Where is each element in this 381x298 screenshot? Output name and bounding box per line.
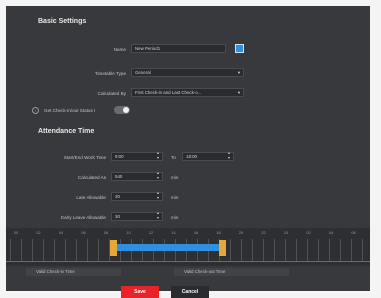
calculated-by-value: First Check-in and Last Check-o... — [135, 90, 202, 95]
valid-checkout-label: Valid Check-out Time — [174, 268, 289, 276]
timeline-tick-label: 02 — [306, 231, 311, 235]
toggle-knob — [123, 107, 129, 113]
stepper-icon[interactable]: ▴ ▾ — [157, 190, 159, 200]
name-label: Name — [113, 47, 126, 52]
timetable-type-label: Timetable Type — [94, 71, 126, 76]
settings-panel: Basic Settings Name New Period1 Timetabl… — [6, 6, 370, 298]
timetable-type-value: General — [135, 70, 151, 75]
stepper-icon[interactable]: ▴ ▾ — [157, 170, 159, 180]
stepper-icon[interactable]: ▴ ▾ — [157, 210, 159, 220]
timeline-tick-label: 22 — [261, 231, 266, 235]
early-leave-input[interactable]: 30 — [111, 212, 163, 221]
info-icon: i — [32, 107, 39, 114]
save-button[interactable]: Save — [121, 286, 159, 298]
checkin-status-label: Get Check-in/out Status I — [44, 108, 96, 113]
timeline-tick-label: 04 — [328, 231, 334, 235]
calculated-as-label: Calculated As — [77, 175, 106, 180]
timeline-tick-label: 12 — [148, 231, 154, 235]
timeline-tick-label: 20 — [238, 231, 244, 235]
stepper-icon[interactable]: ▴ ▾ — [228, 150, 230, 160]
calculated-by-select[interactable]: First Check-in and Last Check-o... — [131, 88, 244, 97]
chevron-down-icon: ▼ — [237, 90, 241, 95]
timeline-tick-label: 10 — [126, 231, 131, 235]
timeline-tick-label: 18 — [216, 231, 221, 235]
start-handle[interactable] — [110, 240, 118, 256]
name-input[interactable]: New Period1 — [131, 44, 226, 53]
early-leave-label: Early Leave Allowable — [61, 215, 106, 220]
basic-settings-title: Basic Settings — [38, 18, 87, 25]
work-time-range[interactable] — [117, 244, 219, 251]
timeline-tick-label: 02 — [36, 231, 41, 235]
minutes-unit: min — [171, 215, 179, 220]
stepper-icon[interactable]: ▴ ▾ — [157, 150, 159, 160]
color-picker-swatch[interactable] — [235, 44, 244, 53]
timeline-axis — [6, 261, 370, 262]
late-allowable-label: Late Allowable — [76, 195, 106, 200]
calculated-as-input[interactable]: 540 — [111, 172, 163, 181]
work-time-label: Start/End Work Time — [63, 155, 106, 160]
end-handle[interactable] — [218, 240, 226, 256]
timeline-tick-label: 04 — [58, 231, 64, 235]
checkin-status-toggle[interactable] — [114, 106, 130, 114]
minutes-unit: min — [171, 195, 179, 200]
timeline-tick-label: 16 — [193, 231, 199, 235]
calculated-by-label: Calculated By — [97, 91, 126, 96]
timeline-tick-label: 06 — [351, 231, 356, 235]
chevron-down-icon: ▼ — [237, 70, 241, 75]
timetable-type-select[interactable]: General — [131, 68, 244, 77]
timeline-ticks: 00 02 04 06 08 10 12 14 16 18 20 22 24 02 04 06 — [6, 231, 370, 237]
timeline[interactable]: 00 02 04 06 08 10 12 14 16 18 20 22 24 02 04 06 — [6, 228, 370, 266]
valid-checkin-label: Valid Check-in Time — [26, 268, 121, 276]
late-allowable-input[interactable]: 30 — [111, 192, 163, 201]
timeline-tick-label: 24 — [283, 231, 289, 235]
minutes-unit: min — [171, 175, 179, 180]
start-time-input[interactable]: 9:00 — [111, 152, 163, 161]
timeline-tick-label: 08 — [103, 231, 109, 235]
attendance-time-title: Attendance Time — [38, 128, 95, 135]
timeline-tick-label: 14 — [171, 231, 176, 235]
timeline-tick-label: 06 — [81, 231, 86, 235]
cancel-button[interactable]: Cancel — [171, 286, 209, 298]
end-time-input[interactable]: 18:00 — [182, 152, 234, 161]
to-label: To — [171, 155, 176, 160]
timeline-tick-label: 00 — [13, 231, 19, 235]
